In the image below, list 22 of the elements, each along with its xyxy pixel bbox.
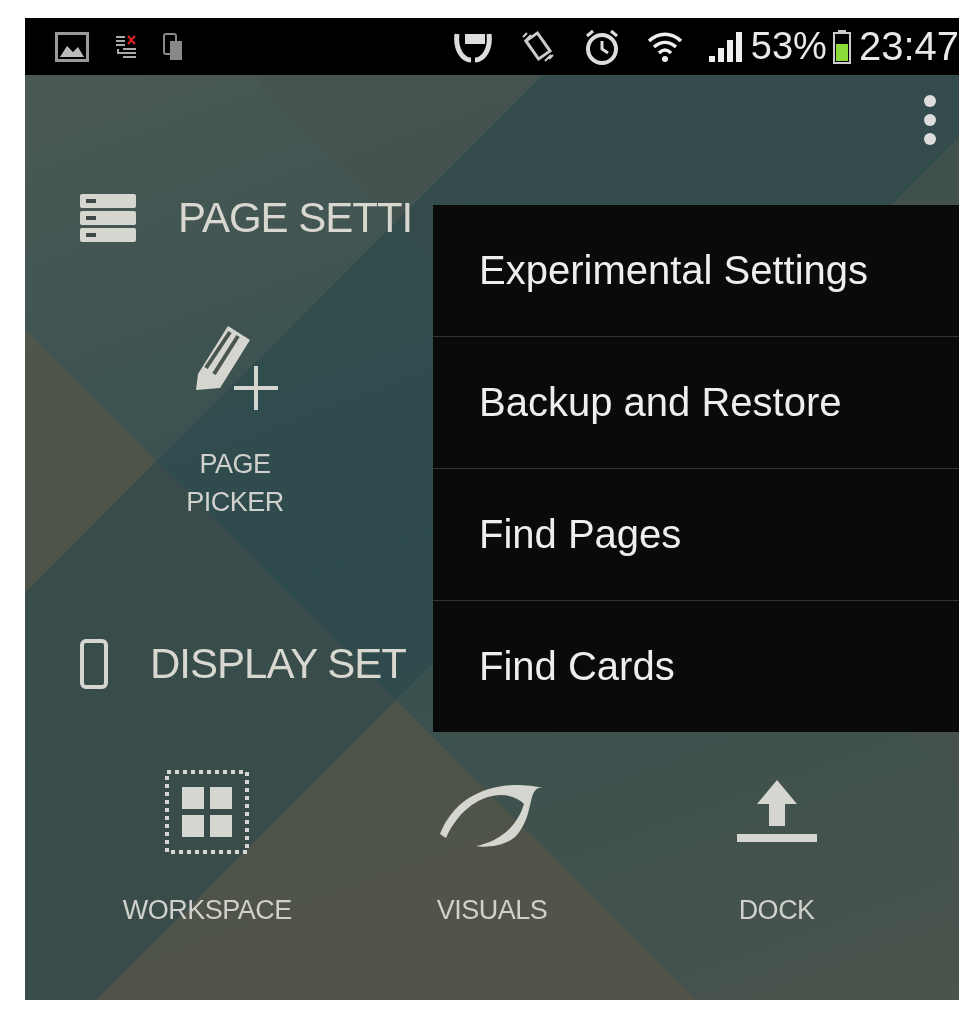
menu-item[interactable]: Find Cards bbox=[433, 600, 959, 732]
setting-label[interactable]: VISUALS bbox=[436, 891, 548, 929]
wifi-icon bbox=[646, 30, 683, 63]
picture-icon bbox=[55, 31, 89, 62]
setting-label[interactable]: WORKSPACE bbox=[122, 891, 292, 929]
device-icon bbox=[163, 32, 183, 61]
battery-percent: 53% bbox=[750, 25, 827, 68]
grid-icon bbox=[164, 769, 251, 855]
battery-icon bbox=[832, 29, 851, 64]
setting-label[interactable]: DOCK bbox=[738, 891, 815, 929]
setting-label[interactable]: PAGE PICKER bbox=[186, 445, 284, 521]
overflow-menu-icon[interactable] bbox=[923, 94, 937, 146]
section-title: DISPLAY SET bbox=[150, 640, 406, 688]
clock-time: 23:47 bbox=[858, 24, 959, 69]
phone-icon bbox=[80, 639, 108, 689]
signal-icon bbox=[708, 31, 743, 62]
menu-item[interactable]: Experimental Settings bbox=[433, 205, 959, 336]
menu-item[interactable]: Backup and Restore bbox=[433, 336, 959, 468]
section-title: PAGE SETTI bbox=[178, 194, 413, 242]
stacked-bars-icon bbox=[80, 194, 136, 242]
list-x-icon bbox=[115, 33, 137, 60]
menu-item[interactable]: Find Pages bbox=[433, 468, 959, 600]
